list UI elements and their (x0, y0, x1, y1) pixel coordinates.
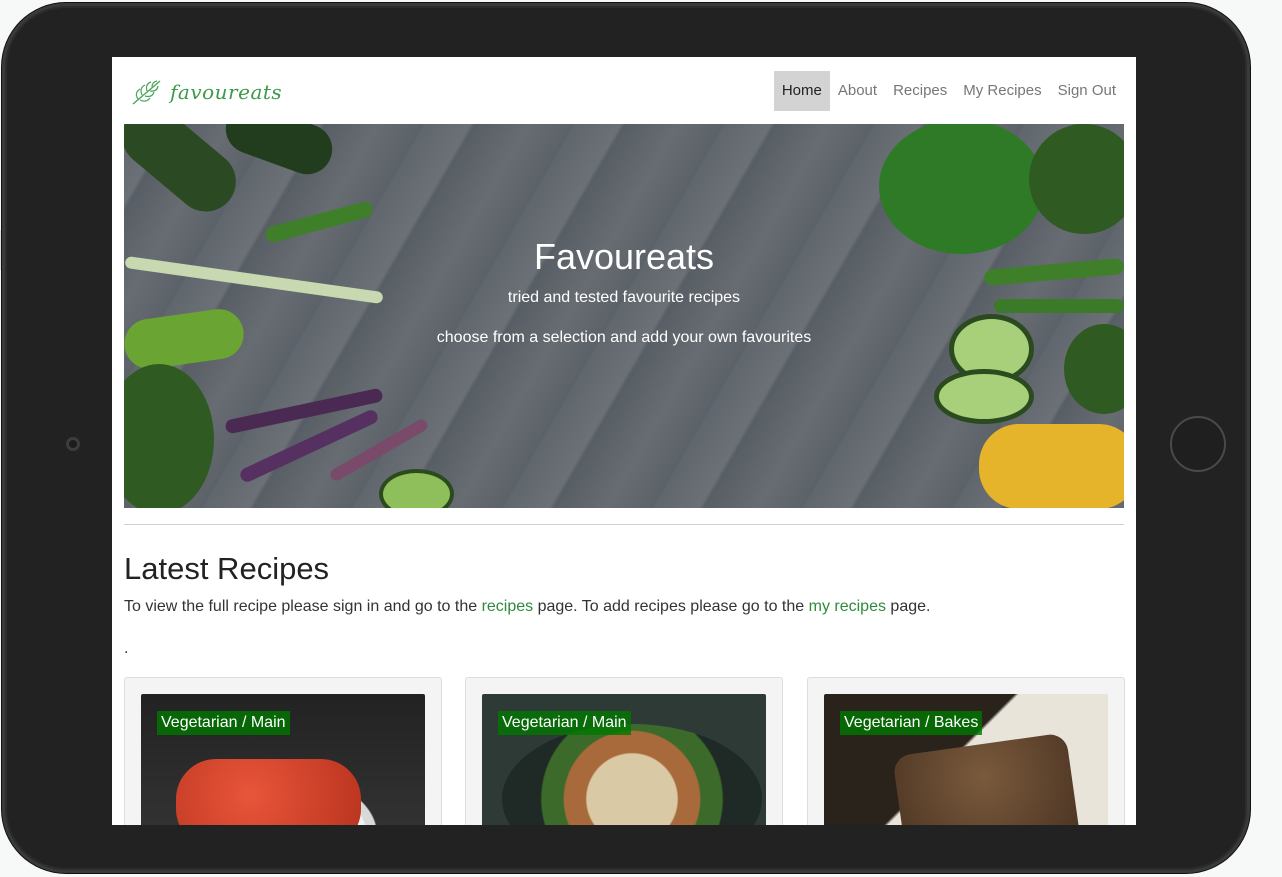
recipe-card[interactable]: Vegetarian / Main (124, 677, 442, 825)
navbar: favoureats Home About Recipes My Recipes… (112, 57, 1136, 124)
intro-text: page. To add recipes please go to the (533, 598, 809, 615)
nav-item-sign-out[interactable]: Sign Out (1050, 71, 1124, 111)
recipe-image[interactable]: Vegetarian / Main (482, 694, 766, 825)
recipe-card[interactable]: Vegetarian / Bakes (807, 677, 1125, 825)
brand-logo[interactable]: favoureats (130, 77, 282, 107)
cucumber-slice-image (934, 369, 1034, 424)
intro-text: page. (885, 598, 931, 615)
main-nav: Home About Recipes My Recipes Sign Out (773, 71, 1124, 111)
home-button[interactable] (1170, 416, 1226, 472)
cucumber-slice-image (379, 469, 454, 508)
recipes-link[interactable]: recipes (482, 598, 534, 615)
hero-tagline: choose from a selection and add your own… (436, 329, 812, 346)
nav-item-my-recipes[interactable]: My Recipes (955, 71, 1049, 111)
pepper-image (879, 124, 1044, 254)
hero-banner: Favoureats tried and tested favourite re… (124, 124, 1124, 508)
my-recipes-link[interactable]: my recipes (809, 598, 886, 615)
nav-item-recipes[interactable]: Recipes (885, 71, 955, 111)
separator-dot: . (124, 640, 129, 657)
camera-icon (66, 437, 80, 451)
leaf-icon (132, 80, 161, 105)
category-badge: Vegetarian / Bakes (840, 711, 983, 735)
tablet-screen: favoureats Home About Recipes My Recipes… (112, 57, 1136, 825)
latest-recipes-heading: Latest Recipes (124, 551, 330, 586)
recipe-image[interactable]: Vegetarian / Main (141, 694, 425, 825)
nav-item-home[interactable]: Home (773, 71, 830, 111)
cucumber-image (218, 124, 340, 182)
category-badge: Vegetarian / Main (157, 711, 290, 735)
hero-subtitle: tried and tested favourite recipes (507, 289, 741, 306)
recipe-card[interactable]: Vegetarian / Main (465, 677, 783, 825)
latest-recipes-intro: To view the full recipe please sign in a… (124, 598, 930, 616)
hero-title: Favoureats (533, 236, 715, 277)
broccoli-image (124, 364, 214, 508)
divider (124, 524, 1124, 525)
brand-name: favoureats (170, 80, 283, 104)
intro-text: To view the full recipe please sign in a… (124, 598, 482, 615)
category-badge: Vegetarian / Main (498, 711, 631, 735)
broccoli-image (1029, 124, 1124, 234)
nav-item-about[interactable]: About (830, 71, 885, 111)
corn-image (979, 424, 1124, 508)
recipe-image[interactable]: Vegetarian / Bakes (824, 694, 1108, 825)
